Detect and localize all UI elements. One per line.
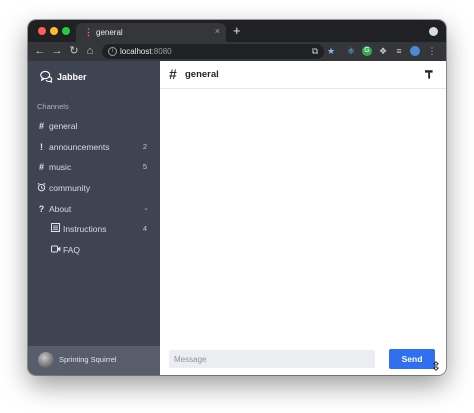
channel-view: # general Send (160, 61, 446, 375)
channel-header: # general (160, 61, 446, 89)
sidebar-item-general[interactable]: # general (28, 116, 160, 136)
unread-count-badge: 5 (142, 162, 147, 171)
browser-window: general × + ← → ↻ ⌂ i localhost:8080 ⧉ ★… (28, 20, 446, 375)
sidebar-item-music[interactable]: # music 5 (28, 157, 160, 177)
home-icon[interactable]: ⌂ (84, 45, 96, 57)
unread-count-badge: 4 (142, 224, 147, 233)
sidebar-item-label: About (49, 204, 72, 214)
share-icon[interactable]: ⧉ (310, 46, 320, 56)
react-devtools-icon[interactable]: ⚛ (346, 46, 356, 56)
reading-list-icon[interactable]: ≡ (394, 46, 404, 56)
question-icon: ? (38, 204, 45, 214)
profile-avatar-icon[interactable] (410, 46, 420, 56)
list-icon (51, 223, 60, 235)
sidebar-item-label: general (49, 121, 78, 131)
video-icon (51, 244, 61, 256)
sidebar-item-label: music (49, 162, 72, 172)
back-arrow-icon[interactable]: ← (34, 45, 46, 57)
new-tab-button[interactable]: + (233, 24, 241, 37)
app-name: Jabber (57, 72, 87, 82)
message-list (160, 89, 446, 345)
close-window-button[interactable] (38, 27, 46, 35)
mouse-cursor-icon (433, 361, 439, 371)
channels-heading: Channels (37, 102, 69, 111)
sidebar-item-faq[interactable]: FAQ (28, 240, 160, 260)
hash-icon: # (38, 162, 44, 172)
hammer-icon[interactable] (424, 69, 434, 79)
url-port: :8080 (151, 47, 172, 56)
bookmark-star-icon[interactable]: ★ (326, 46, 336, 56)
sidebar-item-label: community (49, 183, 91, 193)
tab-title: general (96, 28, 123, 37)
browser-menu-icon[interactable]: ⋮ (427, 46, 437, 56)
page-title: general (185, 69, 219, 80)
message-composer: Send (160, 345, 446, 375)
reload-icon[interactable]: ↻ (68, 45, 80, 57)
exclamation-icon: ! (40, 142, 43, 152)
url-host: localhost (120, 47, 152, 56)
sidebar: Jabber Channels # general ! announcement… (28, 61, 160, 375)
hash-icon: # (169, 66, 177, 82)
browser-toolbar: ← → ↻ ⌂ i localhost:8080 ⧉ ★ ⚛ G ❖ ≡ ⋮ (28, 42, 446, 61)
user-name: Sprinting Squirrel (59, 355, 117, 364)
browser-profile-icon[interactable] (429, 27, 438, 36)
extension-green-icon[interactable]: G (362, 46, 372, 56)
tab-close-icon[interactable]: × (215, 26, 220, 37)
maximize-window-button[interactable] (62, 27, 70, 35)
forward-arrow-icon[interactable]: → (51, 45, 63, 57)
minimize-window-button[interactable] (50, 27, 58, 35)
sidebar-item-label: announcements (49, 142, 110, 152)
sidebar-item-label: Instructions (63, 224, 107, 234)
sidebar-item-about[interactable]: ? About ⌄ (28, 199, 160, 219)
sidebar-item-announcements[interactable]: ! announcements 2 (28, 137, 160, 157)
extensions-puzzle-icon[interactable]: ❖ (378, 46, 388, 56)
url-text: localhost:8080 (120, 46, 172, 57)
site-info-icon[interactable]: i (108, 47, 117, 56)
send-button[interactable]: Send (389, 349, 435, 369)
browser-tabstrip: general × + (28, 20, 446, 42)
browser-tab[interactable]: general × (76, 23, 226, 42)
chat-bubbles-icon (40, 70, 53, 83)
alarm-clock-icon (37, 182, 46, 194)
unread-count-badge: 2 (142, 142, 147, 151)
avatar[interactable] (38, 352, 54, 368)
sidebar-item-community[interactable]: community (28, 178, 160, 198)
sidebar-item-label: FAQ (63, 245, 81, 255)
hash-icon: # (38, 121, 44, 131)
message-input[interactable] (169, 350, 375, 368)
address-bar[interactable]: i localhost:8080 (102, 44, 324, 59)
current-user-bar[interactable]: Sprinting Squirrel (28, 346, 160, 375)
sidebar-item-instructions[interactable]: Instructions 4 (28, 219, 160, 239)
chevron-down-icon: ⌄ (143, 205, 149, 212)
tab-favicon-icon (84, 28, 92, 37)
